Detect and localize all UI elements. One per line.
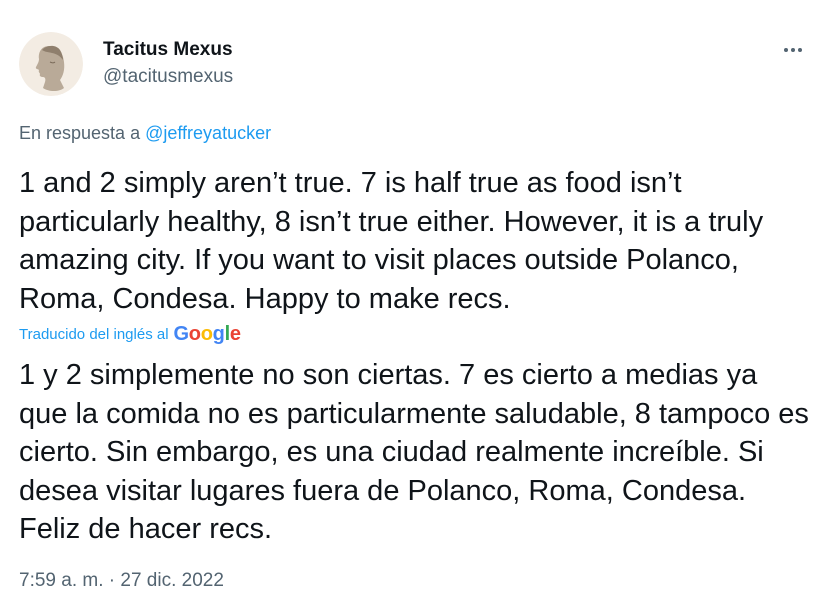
translation-attribution[interactable]: Traducido del inglés al Google [19,323,241,345]
author-handle[interactable]: @tacitusmexus [103,65,233,89]
avatar[interactable] [19,32,83,96]
tweet-time-link[interactable]: 7:59 a. m. [19,570,104,591]
timestamp-separator: · [108,570,116,591]
author-name[interactable]: Tacitus Mexus [103,38,233,62]
more-dot-icon [791,48,795,52]
more-dot-icon [798,48,802,52]
reply-mention-link[interactable]: @jeffreyatucker [145,123,271,143]
roman-bust-icon [19,32,83,96]
author-info: Tacitus Mexus @tacitusmexus [103,38,233,89]
reply-context: En respuesta a @jeffreyatucker [19,121,271,145]
tweet-date-link[interactable]: 27 dic. 2022 [120,570,224,591]
tweet-timestamp: 7:59 a. m. · 27 dic. 2022 [19,569,224,593]
tweet-card: Tacitus Mexus @tacitusmexus En respuesta… [0,0,828,603]
translation-label: Traducido del inglés al [19,325,169,343]
more-options-button[interactable] [776,36,810,64]
reply-prefix: En respuesta a [19,123,141,143]
translated-tweet-text: 1 y 2 simplemente no son ciertas. 7 es c… [19,359,809,545]
google-logo: Google [173,323,241,345]
tweet-text: 1 and 2 simply aren’t true. 7 is half tr… [19,167,764,315]
more-dot-icon [784,48,788,52]
